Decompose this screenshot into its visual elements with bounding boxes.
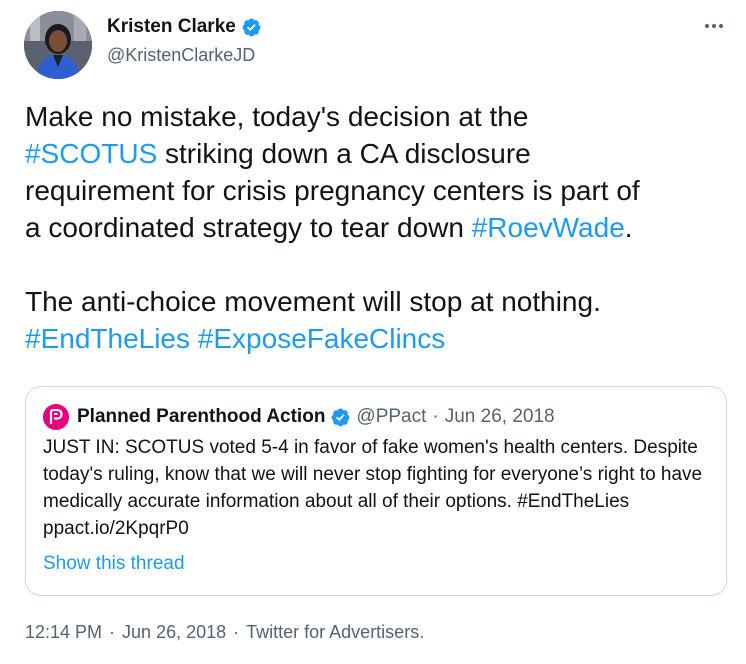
tweet-text-segment: striking down a CA disclosure [157, 138, 531, 169]
quoted-tweet-text: JUST IN: SCOTUS voted 5-4 in favor of fa… [43, 437, 703, 539]
more-options-icon[interactable] [702, 14, 726, 38]
quoted-tweet[interactable]: Planned Parenthood Action @PPact · Jun 2… [25, 386, 727, 596]
tweet-card: Kristen Clarke @KristenClarkeJD Make no … [0, 0, 746, 664]
hashtag-exposefakeclincs[interactable]: #ExposeFakeClincs [198, 323, 445, 354]
tweet-line: Make no mistake, today's decision at the [25, 98, 725, 135]
quoted-author-avatar[interactable] [43, 404, 69, 430]
verified-badge-icon [242, 18, 261, 36]
show-thread-link[interactable]: Show this thread [43, 553, 185, 575]
planned-parenthood-logo-icon [49, 409, 63, 424]
verified-badge-icon [331, 408, 350, 426]
tweet-text-segment [190, 323, 198, 354]
tweet-line: #EndTheLies #ExposeFakeClincs [25, 320, 725, 357]
tweet-line: #SCOTUS striking down a CA disclosure [25, 135, 725, 172]
tweet-line: requirement for crisis pregnancy centers… [25, 172, 725, 209]
tweet-source[interactable]: Twitter for Advertisers. [246, 622, 424, 643]
quoted-author-display-name: Planned Parenthood Action [77, 406, 326, 427]
tweet-text-segment: The anti-choice movement will stop at no… [25, 286, 601, 317]
quoted-author-handle: @PPact [356, 406, 427, 427]
author-name-row: Kristen Clarke [107, 16, 262, 38]
more-dot [712, 24, 716, 28]
tweet-date[interactable]: Jun 26, 2018 [122, 622, 226, 643]
quoted-separator: · [432, 406, 439, 427]
author-avatar[interactable] [24, 11, 92, 79]
tweet-line: a coordinated strategy to tear down #Roe… [25, 209, 725, 246]
hashtag-endthelies[interactable]: #EndTheLies [25, 323, 190, 354]
quoted-tweet-date[interactable]: Jun 26, 2018 [445, 406, 555, 428]
meta-separator: · [233, 622, 240, 642]
tweet-text-segment: a coordinated strategy to tear down [25, 212, 472, 243]
tweet-text-segment: Make no mistake, today's decision at the [25, 101, 529, 132]
tweet-text: Make no mistake, today's decision at the… [25, 98, 725, 357]
more-dot [719, 24, 723, 28]
tweet-line: The anti-choice movement will stop at no… [25, 283, 725, 320]
author-display-name[interactable]: Kristen Clarke [107, 16, 236, 38]
hashtag-roevwade[interactable]: #RoevWade [472, 212, 625, 243]
meta-separator: · [109, 622, 116, 642]
quoted-tweet-header: Planned Parenthood Action @PPact · Jun 2… [43, 404, 555, 430]
author-handle[interactable]: @KristenClarkeJD [107, 45, 262, 66]
tweet-metadata: 12:14 PM · Jun 26, 2018 · Twitter for Ad… [25, 622, 424, 643]
tweet-text-segment: . [624, 212, 633, 243]
hashtag-scotus[interactable]: #SCOTUS [25, 138, 157, 169]
more-dot [705, 24, 709, 28]
tweet-time[interactable]: 12:14 PM [25, 622, 102, 643]
tweet-text-segment: requirement for crisis pregnancy centers… [25, 175, 640, 206]
author-info: Kristen Clarke @KristenClarkeJD [107, 16, 262, 66]
